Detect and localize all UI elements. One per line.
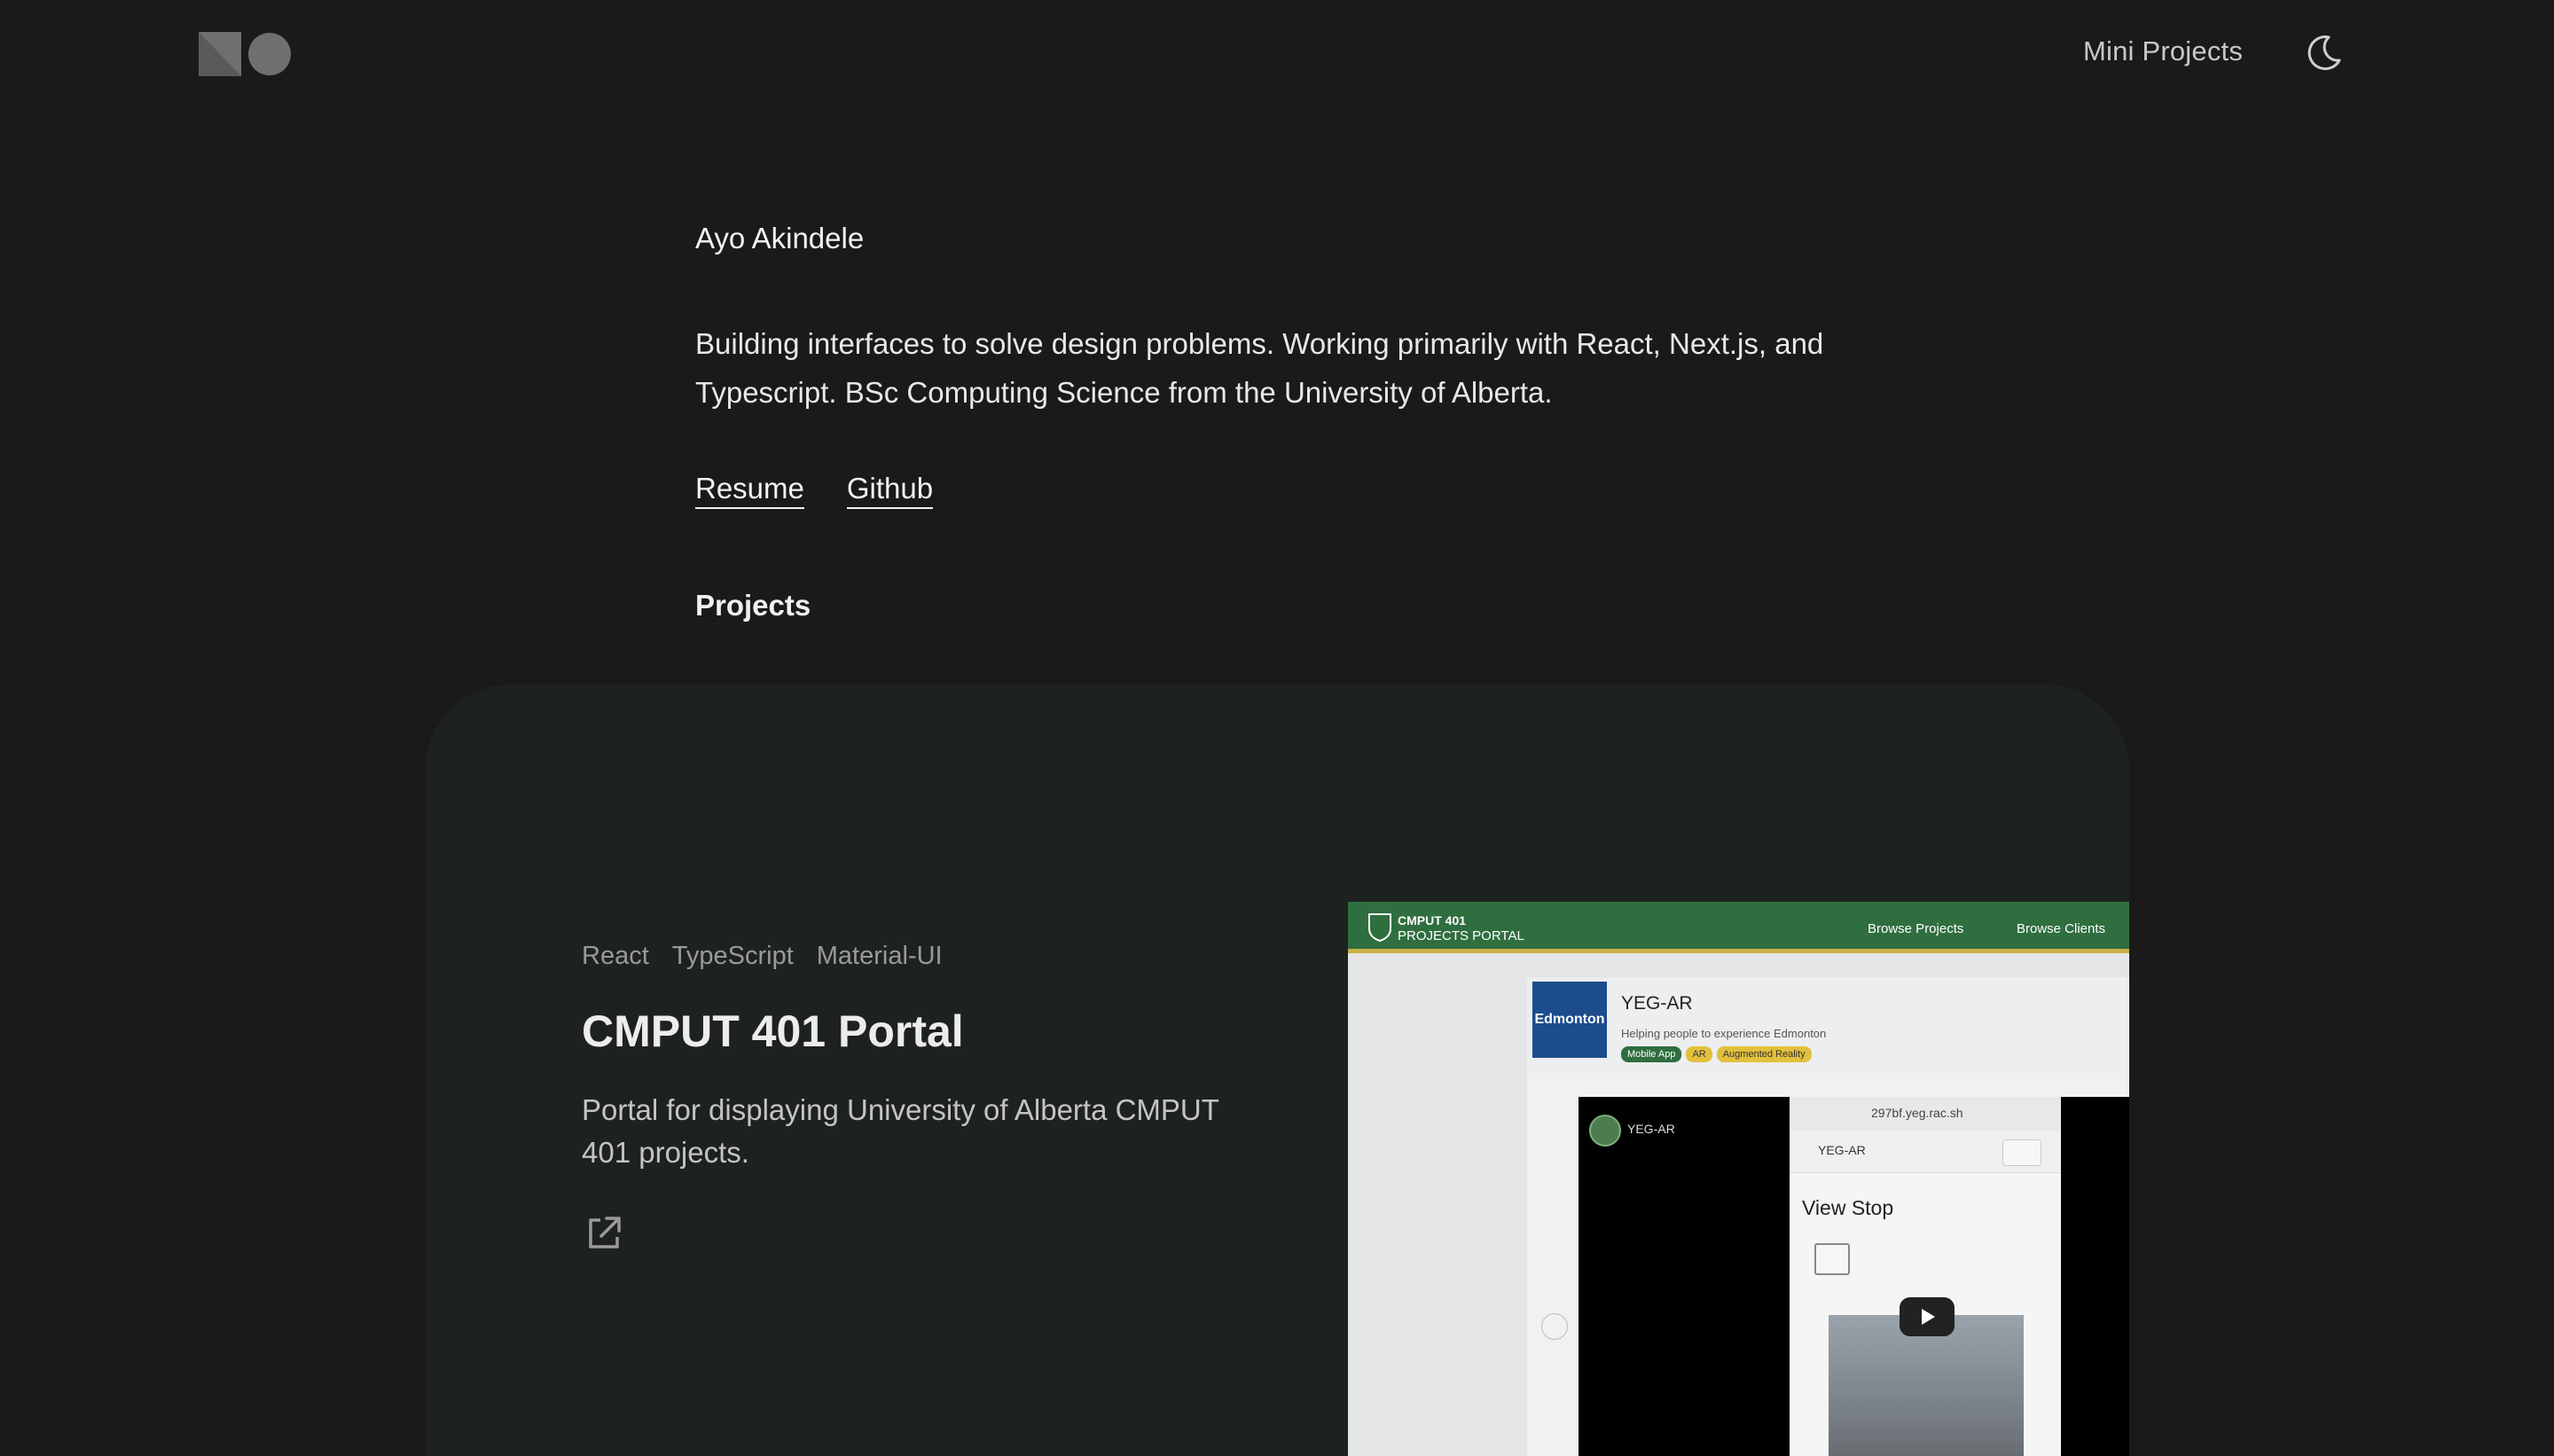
logo-icon[interactable] <box>199 32 291 76</box>
github-link[interactable]: Github <box>846 472 934 509</box>
video-frame: YEG-AR <box>1579 1097 1790 1456</box>
shield-icon <box>1368 913 1391 943</box>
phone-url-bar: 297bf.yeg.rac.sh <box>1790 1097 2061 1131</box>
resume-link[interactable]: Resume <box>695 472 804 509</box>
hamburger-icon <box>2002 1139 2041 1166</box>
project-title: CMPUT 401 Portal <box>582 1006 964 1056</box>
projects-heading: Projects <box>695 589 811 622</box>
tag: React <box>582 942 649 970</box>
author-bio: Building interfaces to solve design prob… <box>695 327 1824 409</box>
project-tags: React TypeScript Material-UI <box>582 942 943 971</box>
project-screenshot[interactable]: CMPUT 401 PROJECTS PORTAL Browse Project… <box>1348 902 2129 1456</box>
portal-project-tagline: Helping people to experience Edmonton <box>1621 1027 1827 1040</box>
moon-icon[interactable] <box>2302 32 2345 74</box>
portal-media: YEG-AR 297bf.yeg.rac.sh YEG-AR View Stop <box>1527 1079 2129 1456</box>
profile-links: Resume Github <box>695 472 934 509</box>
phone-heading: View Stop <box>1802 1196 1894 1219</box>
project-card: React TypeScript Material-UI CMPUT 401 P… <box>426 685 2129 1456</box>
project-description: Portal for displaying University of Albe… <box>582 1093 1219 1169</box>
phone-url: 297bf.yeg.rac.sh <box>1871 1106 1963 1120</box>
video-channel-name: YEG-AR <box>1627 1122 1675 1136</box>
video-frame-right <box>2061 1097 2129 1456</box>
portal-header: CMPUT 401 PROJECTS PORTAL Browse Project… <box>1348 902 2129 953</box>
portal-nav-clients: Browse Clients <box>2017 921 2106 936</box>
phone-app-title: YEG-AR <box>1818 1143 1866 1157</box>
pill: AR <box>1686 1046 1712 1062</box>
tag: Material-UI <box>816 942 943 970</box>
portal-pills: Mobile App AR Augmented Reality <box>1621 1046 1812 1062</box>
external-link-icon[interactable] <box>584 1213 624 1254</box>
pill: Augmented Reality <box>1716 1046 1812 1062</box>
edmonton-logo: Edmonton <box>1532 982 1607 1058</box>
portal-project-name: YEG-AR <box>1621 993 1693 1014</box>
portal-nav-projects: Browse Projects <box>1868 921 1964 936</box>
portal-brand-subtitle: PROJECTS PORTAL <box>1398 928 1524 943</box>
play-icon <box>1900 1297 1955 1336</box>
chevron-left-icon <box>1541 1313 1568 1340</box>
phone-app-bar: YEG-AR <box>1790 1131 2061 1173</box>
portal-brand-title: CMPUT 401 <box>1398 913 1467 928</box>
page: Mini Projects Ayo Akindele Building inte… <box>0 0 2554 1456</box>
pill: Mobile App <box>1621 1046 1682 1062</box>
author-name: Ayo Akindele <box>695 222 865 254</box>
back-arrow-icon <box>1814 1243 1850 1275</box>
nav-mini-projects[interactable]: Mini Projects <box>2083 35 2243 67</box>
phone-mockup: 297bf.yeg.rac.sh YEG-AR View Stop <box>1790 1097 2061 1456</box>
channel-avatar <box>1589 1115 1621 1147</box>
tag: TypeScript <box>671 942 794 970</box>
portal-project-row: Edmonton YEG-AR Helping people to experi… <box>1527 977 2129 1092</box>
